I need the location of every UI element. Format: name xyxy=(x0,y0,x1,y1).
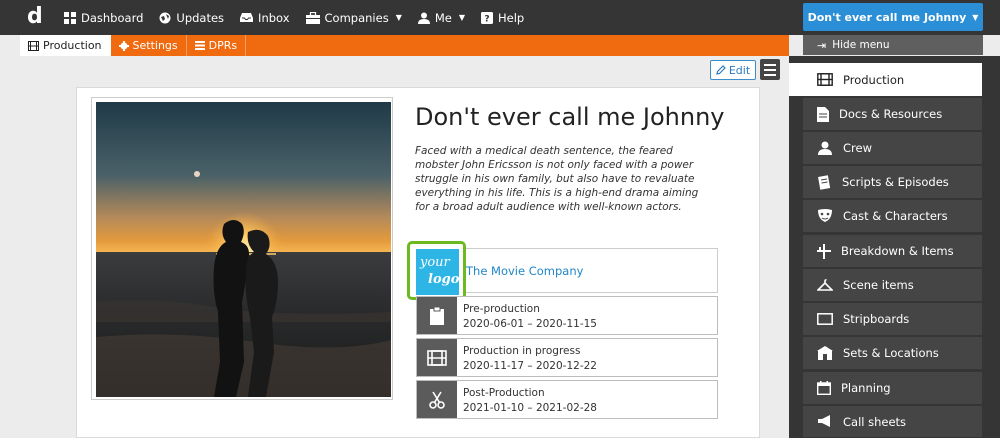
list-icon xyxy=(194,41,205,50)
sidebar-item-label: Stripboards xyxy=(843,312,910,326)
gear-icon xyxy=(118,40,129,51)
breakdown-icon xyxy=(817,243,831,259)
sidebar-item-breakdown[interactable]: Breakdown & Items xyxy=(803,235,982,268)
sidebar-item-label: Cast & Characters xyxy=(843,209,948,223)
clipboard-icon xyxy=(430,306,444,325)
company-logo[interactable]: your logo xyxy=(416,249,459,295)
tab-dprs[interactable]: DPRs xyxy=(187,35,247,56)
film-icon xyxy=(28,40,39,51)
nav-companies-label: Companies xyxy=(324,10,389,25)
phase-name: Production in progress xyxy=(463,345,581,357)
tab-production-label: Production xyxy=(43,39,102,52)
dashboard-icon xyxy=(64,11,76,24)
phase-icon-box xyxy=(417,339,457,376)
nav-me-label: Me xyxy=(434,10,452,25)
project-title: Don't ever call me Johnny xyxy=(415,103,725,131)
sidebar-item-docs[interactable]: Docs & Resources xyxy=(803,98,982,131)
project-switcher-button[interactable]: Don't ever call me Johnny ▼ xyxy=(803,3,983,31)
nav-updates[interactable]: Updates xyxy=(159,11,224,25)
tab-settings-label: Settings xyxy=(132,39,178,52)
phase-dates: 2020-11-17 – 2020-12-22 xyxy=(463,360,597,372)
tab-bar: Production Settings DPRs xyxy=(20,35,789,56)
document-icon xyxy=(817,106,829,122)
location-icon xyxy=(817,346,833,360)
phase-production: Production in progress 2020-11-17 – 2020… xyxy=(416,338,718,377)
script-icon xyxy=(818,174,831,190)
sidebar-item-label: Scripts & Episodes xyxy=(842,175,949,189)
phase-post-production: Post-Production 2021-01-10 – 2021-02-28 xyxy=(416,380,718,419)
phase-icon-box xyxy=(417,381,457,418)
phase-icon-box xyxy=(417,297,457,334)
sidebar-item-crew[interactable]: Crew xyxy=(803,132,982,165)
sidebar-item-scene-items[interactable]: Scene items xyxy=(803,269,982,302)
nav-help-label: Help xyxy=(498,10,525,25)
sidebar-item-planning[interactable]: Planning xyxy=(803,372,982,405)
sidebar-item-sets[interactable]: Sets & Locations xyxy=(803,337,982,370)
hide-menu-label: Hide menu xyxy=(832,39,890,51)
phase-dates: 2020-06-01 – 2020-11-15 xyxy=(463,318,597,330)
nav-help[interactable]: ? Help xyxy=(481,11,524,25)
help-icon: ? xyxy=(481,11,493,24)
scissors-icon xyxy=(429,391,445,409)
sidebar-item-label: Breakdown & Items xyxy=(841,244,954,258)
sidebar-item-scripts[interactable]: Scripts & Episodes xyxy=(803,166,982,199)
edit-button-label: Edit xyxy=(728,63,751,77)
edit-button[interactable]: Edit xyxy=(710,60,756,80)
top-nav: Dashboard Updates Inbox Companies ▼ Me ▼… xyxy=(64,0,524,35)
megaphone-icon xyxy=(818,415,830,427)
sidebar-item-call-sheets[interactable]: Call sheets xyxy=(803,406,982,438)
pencil-icon xyxy=(716,65,726,75)
chevron-down-icon: ▼ xyxy=(458,13,465,22)
sidebar-item-label: Planning xyxy=(841,381,891,395)
tab-production[interactable]: Production xyxy=(20,35,111,56)
masks-icon xyxy=(818,209,832,222)
hide-menu-button[interactable]: ⇥ Hide menu xyxy=(803,35,983,55)
nav-inbox-label: Inbox xyxy=(258,10,290,25)
project-switcher-label: Don't ever call me Johnny xyxy=(807,10,967,24)
hanger-icon xyxy=(817,278,833,291)
brand-logo[interactable]: d xyxy=(27,4,49,30)
nav-dashboard[interactable]: Dashboard xyxy=(64,11,143,25)
logo-text-line1: your xyxy=(420,255,450,270)
nav-dashboard-label: Dashboard xyxy=(81,10,144,25)
sidebar-item-cast[interactable]: Cast & Characters xyxy=(803,200,982,233)
sidebar-item-label: Production xyxy=(843,72,905,87)
film-icon xyxy=(817,73,833,86)
phase-pre-production: Pre-production 2020-06-01 – 2020-11-15 xyxy=(416,296,718,335)
nav-me[interactable]: Me ▼ xyxy=(417,10,465,25)
logo-text-line2: logo xyxy=(428,272,460,287)
project-photo xyxy=(96,102,391,397)
chevron-down-icon: ▼ xyxy=(395,13,402,22)
briefcase-icon xyxy=(305,11,320,24)
calendar-icon xyxy=(817,381,831,395)
collapse-icon: ⇥ xyxy=(817,38,827,52)
stripboard-icon xyxy=(817,313,833,325)
sidebar-item-label: Docs & Resources xyxy=(839,107,943,121)
project-description: Faced with a medical death sentence, the… xyxy=(415,145,699,213)
tab-settings[interactable]: Settings xyxy=(111,35,187,56)
tab-dprs-label: DPRs xyxy=(208,39,238,52)
chevron-down-icon: ▼ xyxy=(972,12,979,22)
nav-updates-label: Updates xyxy=(176,10,225,25)
company-link[interactable]: The Movie Company xyxy=(466,264,583,278)
globe-icon xyxy=(159,12,171,23)
menu-button[interactable] xyxy=(760,59,780,80)
user-icon xyxy=(417,12,430,24)
phase-name: Post-Production xyxy=(463,387,545,399)
sidebar-item-label: Crew xyxy=(843,141,872,155)
phase-name: Pre-production xyxy=(463,303,540,315)
hamburger-icon xyxy=(764,63,776,66)
sidebar-item-label: Sets & Locations xyxy=(843,346,939,360)
sidebar-item-label: Call sheets xyxy=(843,414,907,429)
film-icon xyxy=(427,349,447,366)
nav-inbox[interactable]: Inbox xyxy=(240,10,290,25)
sidebar-item-production[interactable]: Production xyxy=(789,63,982,97)
crew-icon xyxy=(818,141,832,155)
sidebar-item-stripboards[interactable]: Stripboards xyxy=(803,303,982,336)
phase-dates: 2021-01-10 – 2021-02-28 xyxy=(463,402,597,414)
sidebar-item-label: Scene items xyxy=(843,278,914,292)
inbox-icon xyxy=(240,13,254,22)
nav-companies[interactable]: Companies ▼ xyxy=(305,10,402,25)
svg-text:?: ? xyxy=(484,14,489,24)
